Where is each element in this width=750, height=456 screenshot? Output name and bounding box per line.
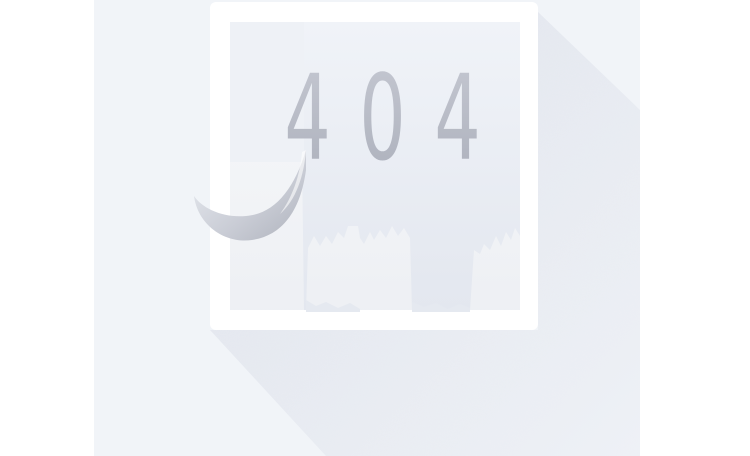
error-digit: 4	[284, 49, 331, 187]
error-panel: 4 0 4	[94, 0, 640, 456]
error-digit: 0	[359, 49, 406, 187]
error-code-404: 4 0 4	[270, 49, 481, 187]
error-digit: 4	[434, 49, 481, 187]
